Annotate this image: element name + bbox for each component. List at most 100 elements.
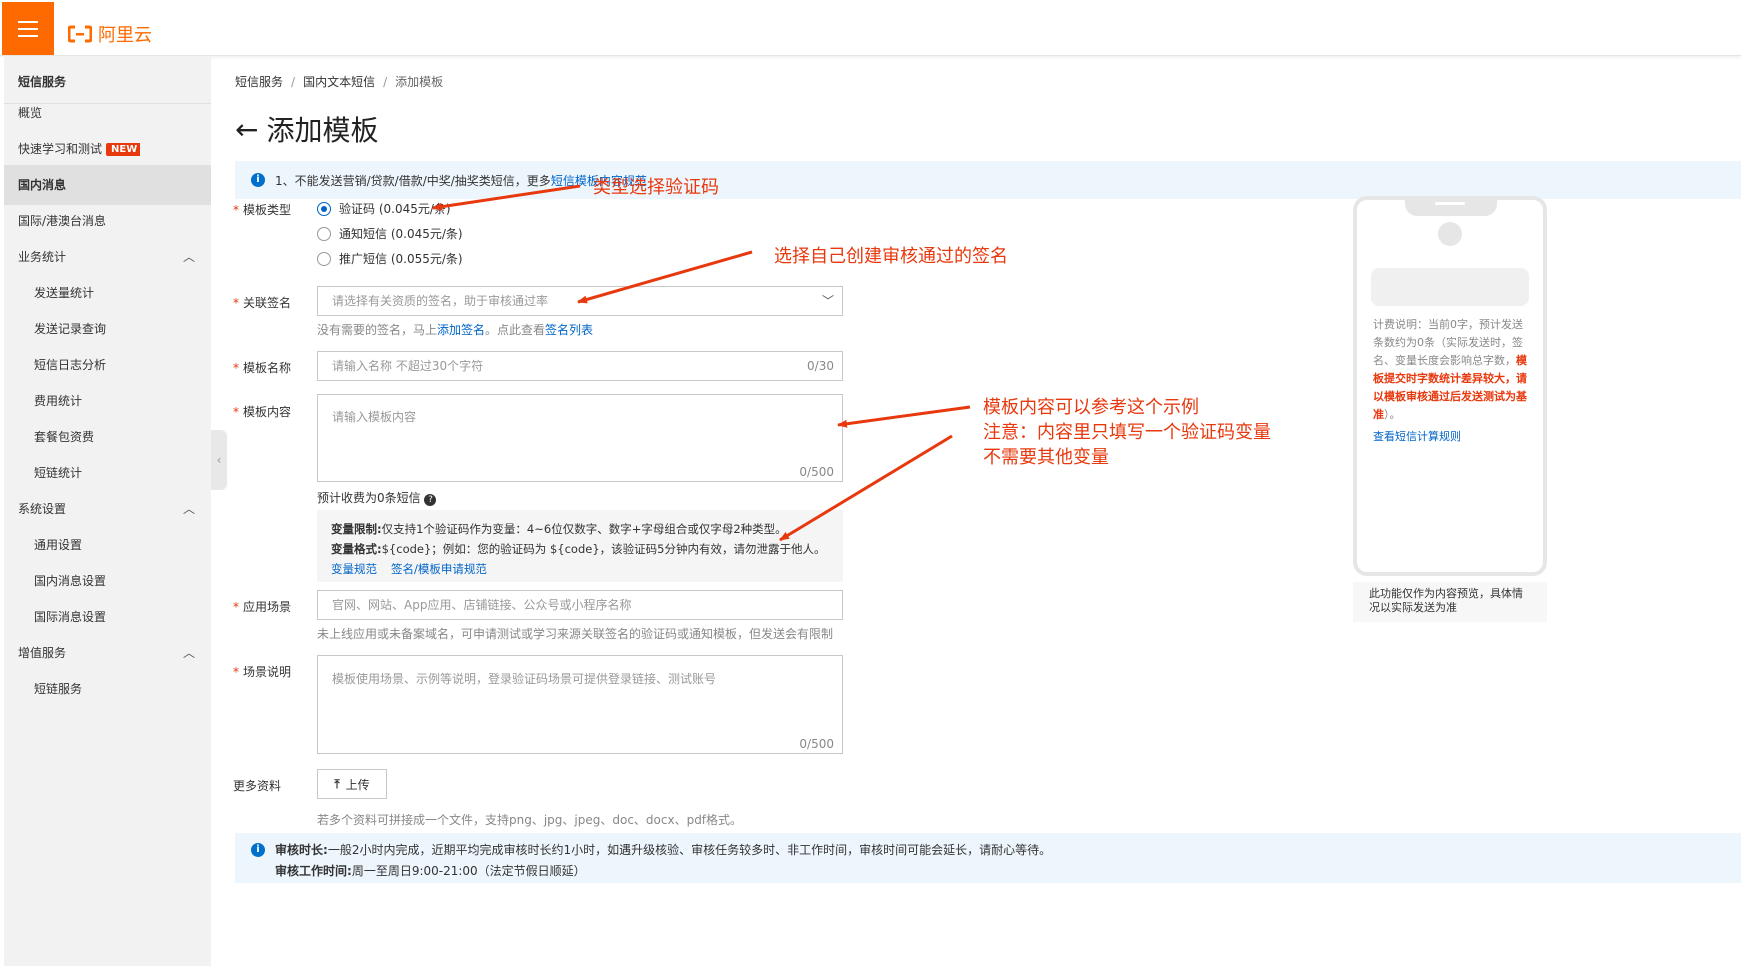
- scene-input[interactable]: 官网、网站、App应用、店铺链接、公众号或小程序名称: [317, 590, 843, 620]
- phone-preview: 计费说明：当前0字，预计发送条数约为0条（实际发送时，签名、变量长度会影响总字数…: [1353, 196, 1547, 576]
- sidebar-item-label: 概览: [18, 106, 43, 120]
- scene-placeholder: 官网、网站、App应用、店铺链接、公众号或小程序名称: [332, 598, 632, 612]
- var-spec-link[interactable]: 变量规范: [331, 562, 377, 576]
- radio-checked-icon: [317, 201, 331, 216]
- sidebar-item-shortlink[interactable]: 短链服务: [4, 669, 211, 709]
- var-format-text: ${code}；例如：您的验证码为 ${code}，该验证码5分钟内有效，请勿泄…: [381, 542, 826, 556]
- required-mark: *: [233, 203, 239, 217]
- desc-counter: 0/500: [799, 737, 834, 751]
- page-title: ← 添加模板: [235, 109, 378, 149]
- required-mark: *: [233, 600, 239, 614]
- sidebar-group-value-added[interactable]: 增值服务 ︿: [4, 633, 211, 673]
- sign-label-text: 关联签名: [243, 296, 292, 310]
- content-placeholder: 请输入模板内容: [332, 410, 417, 424]
- upload-button[interactable]: ⤒ 上传: [317, 769, 387, 799]
- review-line-1: i 审核时长: 一般2小时内完成，近期平均完成审核时长约1小时，如遇升级核验、审核任…: [251, 841, 1725, 858]
- sidebar-item-package[interactable]: 套餐包资费: [4, 417, 211, 457]
- info-icon: i: [251, 842, 265, 857]
- required-mark: *: [233, 296, 239, 310]
- content-textarea[interactable]: 请输入模板内容 0/500: [317, 394, 843, 482]
- avatar: [1438, 222, 1462, 246]
- name-input[interactable]: 请输入名称 不超过30个字符 0/30: [317, 351, 843, 381]
- sign-hint-text: 没有需要的签名，马上: [317, 323, 438, 337]
- name-counter: 0/30: [807, 359, 834, 373]
- sidebar-item-quickstart[interactable]: 快速学习和测试 NEW: [4, 129, 211, 169]
- breadcrumb: 短信服务 / 国内文本短信 / 添加模板: [235, 73, 443, 90]
- new-badge: NEW: [106, 143, 141, 156]
- desc-placeholder: 模板使用场景、示例等说明，登录验证码场景可提供登录链接、测试账号: [332, 672, 717, 686]
- sidebar-item-domestic-settings[interactable]: 国内消息设置: [4, 561, 211, 601]
- type-option-verify[interactable]: 验证码 (0.045元/条): [317, 200, 451, 217]
- sidebar-item-label: 快速学习和测试: [18, 142, 103, 156]
- sidebar-group-settings[interactable]: 系统设置 ︿: [4, 489, 211, 529]
- sidebar-item-send-records[interactable]: 发送记录查询: [4, 309, 211, 349]
- breadcrumb-item[interactable]: 国内文本短信: [303, 75, 375, 89]
- content-label: * 模板内容: [233, 403, 291, 420]
- sidebar-item-label: 短链服务: [34, 682, 83, 696]
- breadcrumb-item[interactable]: 短信服务: [235, 75, 283, 89]
- breadcrumb-separator: /: [383, 75, 388, 89]
- sidebar-item-fee-stats[interactable]: 费用统计: [4, 381, 211, 421]
- back-arrow-icon[interactable]: ←: [235, 113, 258, 146]
- chevron-up-icon: ︿: [182, 502, 195, 516]
- type-option-promo[interactable]: 推广短信 (0.055元/条): [317, 250, 463, 267]
- annotation-type: 类型选择验证码: [593, 177, 719, 198]
- sidebar-item-overview[interactable]: 概览: [4, 93, 211, 133]
- more-label-text: 更多资料: [233, 779, 282, 793]
- sidebar-item-send-stats[interactable]: 发送量统计: [4, 273, 211, 313]
- sidebar-item-general-settings[interactable]: 通用设置: [4, 525, 211, 565]
- var-format-label: 变量格式:: [331, 542, 382, 556]
- sidebar-item-label: 通用设置: [34, 538, 83, 552]
- name-label: * 模板名称: [233, 359, 291, 376]
- sidebar-item-shortlink-stats[interactable]: 短链统计: [4, 453, 211, 493]
- desc-textarea[interactable]: 模板使用场景、示例等说明，登录验证码场景可提供登录链接、测试账号 0/500: [317, 655, 843, 754]
- sidebar-title: 短信服务: [18, 75, 67, 89]
- desc-label: * 场景说明: [233, 663, 291, 680]
- sidebar-item-log-analysis[interactable]: 短信日志分析: [4, 345, 211, 385]
- sidebar-item-label: 增值服务: [18, 646, 67, 660]
- sidebar-item-international[interactable]: 国际/港澳台消息: [4, 201, 211, 241]
- help-icon[interactable]: ?: [424, 494, 437, 506]
- apply-spec-link[interactable]: 签名/模板申请规范: [391, 562, 487, 576]
- menu-button[interactable]: [2, 2, 54, 55]
- desc-label-text: 场景说明: [243, 665, 292, 679]
- sidebar-item-label: 业务统计: [18, 250, 67, 264]
- sidebar-item-label: 国际/港澳台消息: [18, 214, 107, 228]
- sidebar-item-intl-settings[interactable]: 国际消息设置: [4, 597, 211, 637]
- var-limit-text: 仅支持1个验证码作为变量：4~6位仅数字、数字+字母组合或仅字母2种类型。: [381, 522, 787, 536]
- sidebar-group-stats[interactable]: 业务统计 ︿: [4, 237, 211, 277]
- required-mark: *: [233, 665, 239, 679]
- sign-select[interactable]: 请选择有关资质的签名，助于审核通过率 ﹀: [317, 286, 843, 316]
- review-duration-text: 一般2小时内完成，近期平均完成审核时长约1小时，如遇升级核验、审核任务较多时、非…: [327, 843, 1052, 857]
- sign-label: * 关联签名: [233, 294, 291, 311]
- sidebar-item-label: 发送量统计: [34, 286, 95, 300]
- breadcrumb-separator: /: [291, 75, 296, 89]
- brand-logo[interactable]: 阿里云: [68, 21, 152, 47]
- add-sign-link[interactable]: 添加签名: [437, 323, 485, 337]
- sidebar-item-label: 发送记录查询: [34, 322, 107, 336]
- review-line-2: 审核工作时间:周一至周日9:00-21:00（法定节假日顺延）: [251, 862, 1725, 879]
- upload-icon: ⤒: [334, 776, 340, 791]
- scene-label: * 应用场景: [233, 598, 291, 615]
- chevron-down-icon: ﹀: [821, 294, 834, 308]
- type-option-notify[interactable]: 通知短信 (0.045元/条): [317, 225, 463, 242]
- info-icon: i: [251, 173, 265, 187]
- fee-estimate-text: 预计收费为0条短信: [317, 491, 421, 505]
- chevron-up-icon: ︿: [182, 646, 195, 660]
- var-limit-label: 变量限制:: [331, 522, 382, 536]
- sign-hint-text: 。点此查看: [485, 323, 546, 337]
- radio-label: 推广短信 (0.055元/条): [339, 252, 463, 266]
- fee-estimate: 预计收费为0条短信 ?: [317, 489, 437, 506]
- sidebar-item-label: 国内消息设置: [34, 574, 107, 588]
- billing-rules-link[interactable]: 查看短信计算规则: [1373, 428, 1461, 444]
- billing-description: 计费说明：当前0字，预计发送条数约为0条（实际发送时，签名、变量长度会影响总字数…: [1373, 316, 1531, 424]
- top-bar: 阿里云: [0, 0, 1741, 56]
- var-links: 变量规范 签名/模板申请规范: [331, 559, 829, 579]
- sign-placeholder: 请选择有关资质的签名，助于审核通过率: [332, 294, 549, 308]
- sign-list-link[interactable]: 签名列表: [545, 323, 593, 337]
- sign-hint: 没有需要的签名，马上添加签名。点此查看签名列表: [317, 321, 593, 338]
- scene-hint: 未上线应用或未备案域名，可申请测试或学习来源关联签名的验证码或通知模板，但发送会…: [317, 627, 834, 641]
- sidebar-item-domestic[interactable]: 国内消息: [4, 165, 211, 205]
- radio-label: 通知短信 (0.045元/条): [339, 227, 463, 241]
- content-counter: 0/500: [799, 465, 834, 479]
